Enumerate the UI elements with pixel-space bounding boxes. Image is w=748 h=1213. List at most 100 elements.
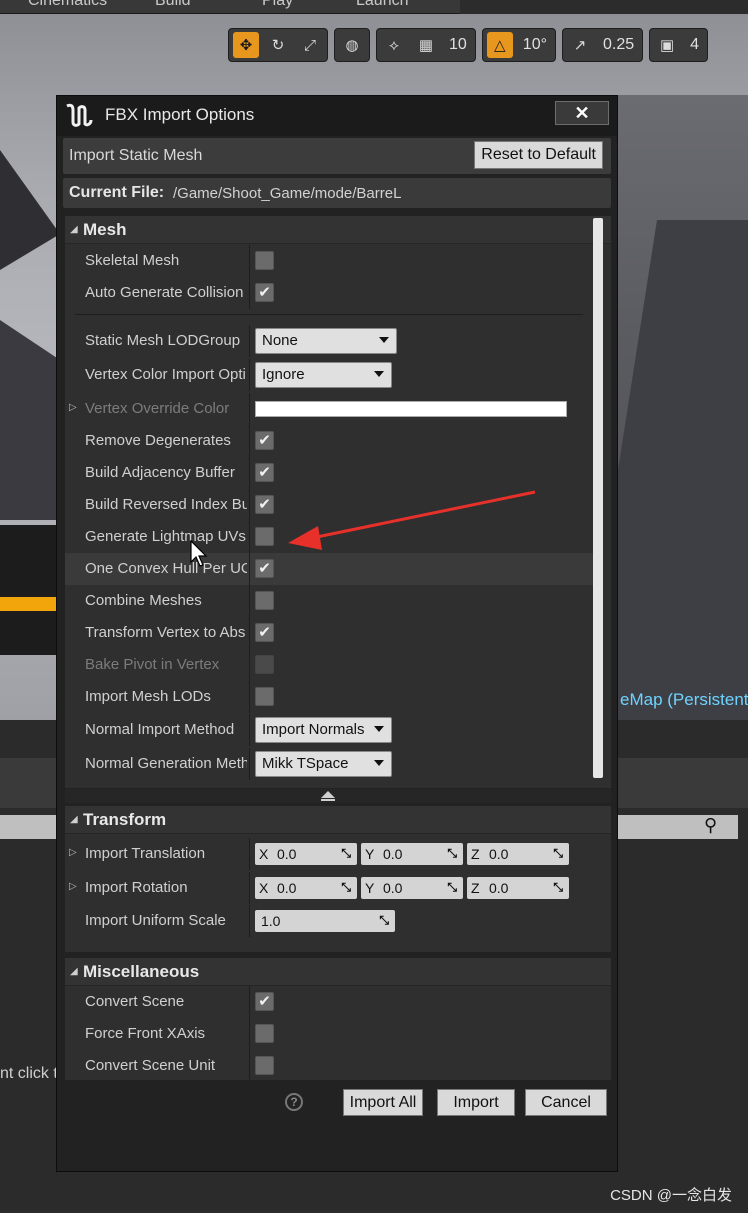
expand-arrow-icon[interactable]: ▷: [69, 881, 77, 892]
globe-icon[interactable]: ◍: [339, 32, 365, 58]
column-divider[interactable]: [249, 838, 250, 870]
column-divider[interactable]: [249, 425, 250, 457]
column-divider[interactable]: [249, 649, 250, 681]
column-divider[interactable]: [249, 681, 250, 713]
column-divider[interactable]: [249, 714, 250, 746]
search-icon[interactable]: ⚲: [704, 815, 717, 836]
convert-scene-checkbox[interactable]: ✔: [255, 992, 274, 1011]
field-value: 0.0: [277, 880, 297, 896]
menu-play[interactable]: Play: [262, 0, 293, 10]
menu-cinematics[interactable]: Cinematics: [28, 0, 107, 10]
dialog-titlebar[interactable]: FBX Import Options ✕: [57, 96, 617, 136]
misc-section-header[interactable]: ◢ Miscellaneous: [65, 958, 611, 986]
translate-tool-icon[interactable]: ✥: [233, 32, 259, 58]
surface-snap-icon[interactable]: ⟡: [381, 32, 407, 58]
collapse-up-icon: [321, 791, 335, 798]
column-divider[interactable]: [249, 872, 250, 904]
camera-icon[interactable]: ▣: [654, 32, 680, 58]
watermark: CSDN @一念白发: [610, 1187, 732, 1204]
spin-handle-icon[interactable]: ⤡: [341, 880, 351, 895]
field-value: 1.0: [261, 913, 281, 929]
column-divider[interactable]: [249, 359, 250, 391]
column-divider[interactable]: [249, 748, 250, 780]
spin-handle-icon[interactable]: ⤡: [379, 913, 389, 928]
close-button[interactable]: ✕: [555, 101, 609, 125]
axis-label: Y: [365, 846, 375, 862]
viewport-toolbar: ✥ ↻ ⤢ ◍ ⟡ ▦ 10 △ 10° ↗ 0.25 ▣ 4: [228, 28, 709, 64]
vertex-override-color-swatch[interactable]: [255, 401, 567, 417]
column-divider[interactable]: [249, 277, 250, 309]
scale-snap-value[interactable]: 0.25: [599, 36, 638, 54]
remove-degenerates-checkbox[interactable]: ✔: [255, 431, 274, 450]
column-divider[interactable]: [249, 1050, 250, 1082]
column-divider[interactable]: [249, 1018, 250, 1050]
transform-vertex-checkbox[interactable]: ✔: [255, 623, 274, 642]
convert-scene-unit-checkbox[interactable]: [255, 1056, 274, 1075]
property-label: Vertex Color Import Opti: [85, 366, 246, 383]
one-convex-hull-checkbox[interactable]: ✔: [255, 559, 274, 578]
column-divider[interactable]: [249, 617, 250, 649]
mesh-section: ◢ Mesh Skeletal Mesh Auto Generate Colli…: [65, 216, 611, 788]
expand-arrow-icon[interactable]: ▷: [69, 847, 77, 858]
translation-x-field[interactable]: X 0.0 ⤡: [255, 843, 357, 865]
column-divider[interactable]: [249, 905, 250, 937]
build-reversed-index-checkbox[interactable]: ✔: [255, 495, 274, 514]
rotation-z-field[interactable]: Z 0.0 ⤡: [467, 877, 569, 899]
transform-section-header[interactable]: ◢ Transform: [65, 806, 611, 834]
camera-speed-value[interactable]: 4: [686, 36, 703, 54]
spin-handle-icon[interactable]: ⤡: [447, 846, 457, 861]
vertex-color-import-dropdown[interactable]: Ignore: [255, 362, 392, 388]
grid-icon[interactable]: ▦: [413, 32, 439, 58]
normal-generation-method-dropdown[interactable]: Mikk TSpace: [255, 751, 392, 777]
help-icon[interactable]: ?: [285, 1093, 303, 1111]
force-front-xaxis-checkbox[interactable]: [255, 1024, 274, 1043]
import-mesh-lods-checkbox[interactable]: [255, 687, 274, 706]
scale-snap-icon[interactable]: ↗: [567, 32, 593, 58]
import-all-button[interactable]: Import All: [343, 1089, 423, 1116]
expand-arrow-icon[interactable]: ▷: [69, 402, 77, 413]
cancel-button[interactable]: Cancel: [525, 1089, 607, 1116]
combine-meshes-checkbox[interactable]: [255, 591, 274, 610]
rotation-x-field[interactable]: X 0.0 ⤡: [255, 877, 357, 899]
rotation-y-field[interactable]: Y 0.0 ⤡: [361, 877, 463, 899]
spin-handle-icon[interactable]: ⤡: [553, 846, 563, 861]
rotation-snap-value[interactable]: 10°: [519, 36, 551, 54]
generate-lightmap-uvs-checkbox[interactable]: [255, 527, 274, 546]
lodgroup-dropdown[interactable]: None: [255, 328, 397, 354]
column-divider[interactable]: [249, 457, 250, 489]
spin-handle-icon[interactable]: ⤡: [341, 846, 351, 861]
grid-snap-value[interactable]: 10: [445, 36, 471, 54]
uniform-scale-field[interactable]: 1.0 ⤡: [255, 910, 395, 932]
menu-build[interactable]: Build: [155, 0, 191, 10]
column-divider[interactable]: [249, 393, 250, 425]
column-divider[interactable]: [249, 489, 250, 521]
rotate-tool-icon[interactable]: ↻: [265, 32, 291, 58]
spin-handle-icon[interactable]: ⤡: [447, 880, 457, 895]
mesh-section-header[interactable]: ◢ Mesh: [65, 216, 611, 244]
column-divider[interactable]: [249, 325, 250, 357]
column-divider[interactable]: [249, 245, 250, 277]
translation-y-field[interactable]: Y 0.0 ⤡: [361, 843, 463, 865]
column-divider[interactable]: [249, 553, 250, 585]
menu-launch[interactable]: Launch: [356, 0, 409, 10]
dropdown-value: None: [262, 332, 298, 349]
normal-import-method-dropdown[interactable]: Import Normals: [255, 717, 392, 743]
translation-z-field[interactable]: Z 0.0 ⤡: [467, 843, 569, 865]
scale-tool-icon[interactable]: ⤢: [297, 32, 323, 58]
column-divider[interactable]: [249, 986, 250, 1018]
spin-handle-icon[interactable]: ⤡: [553, 880, 563, 895]
build-adjacency-buffer-checkbox[interactable]: ✔: [255, 463, 274, 482]
property-label: Generate Lightmap UVs: [85, 528, 246, 545]
column-divider[interactable]: [249, 585, 250, 617]
field-value: 0.0: [489, 846, 509, 862]
column-divider[interactable]: [249, 521, 250, 553]
collapse-triangle-icon: ◢: [70, 814, 78, 825]
property-label: Build Reversed Index Bu: [85, 496, 247, 513]
skeletal-mesh-checkbox[interactable]: [255, 251, 274, 270]
reset-to-default-button[interactable]: Reset to Default: [474, 141, 603, 169]
auto-generate-collision-checkbox[interactable]: ✔: [255, 283, 274, 302]
properties-scrollbar[interactable]: [593, 218, 603, 778]
advanced-collapse-bar[interactable]: [65, 789, 611, 803]
import-button[interactable]: Import: [437, 1089, 515, 1116]
angle-icon[interactable]: △: [486, 32, 513, 58]
